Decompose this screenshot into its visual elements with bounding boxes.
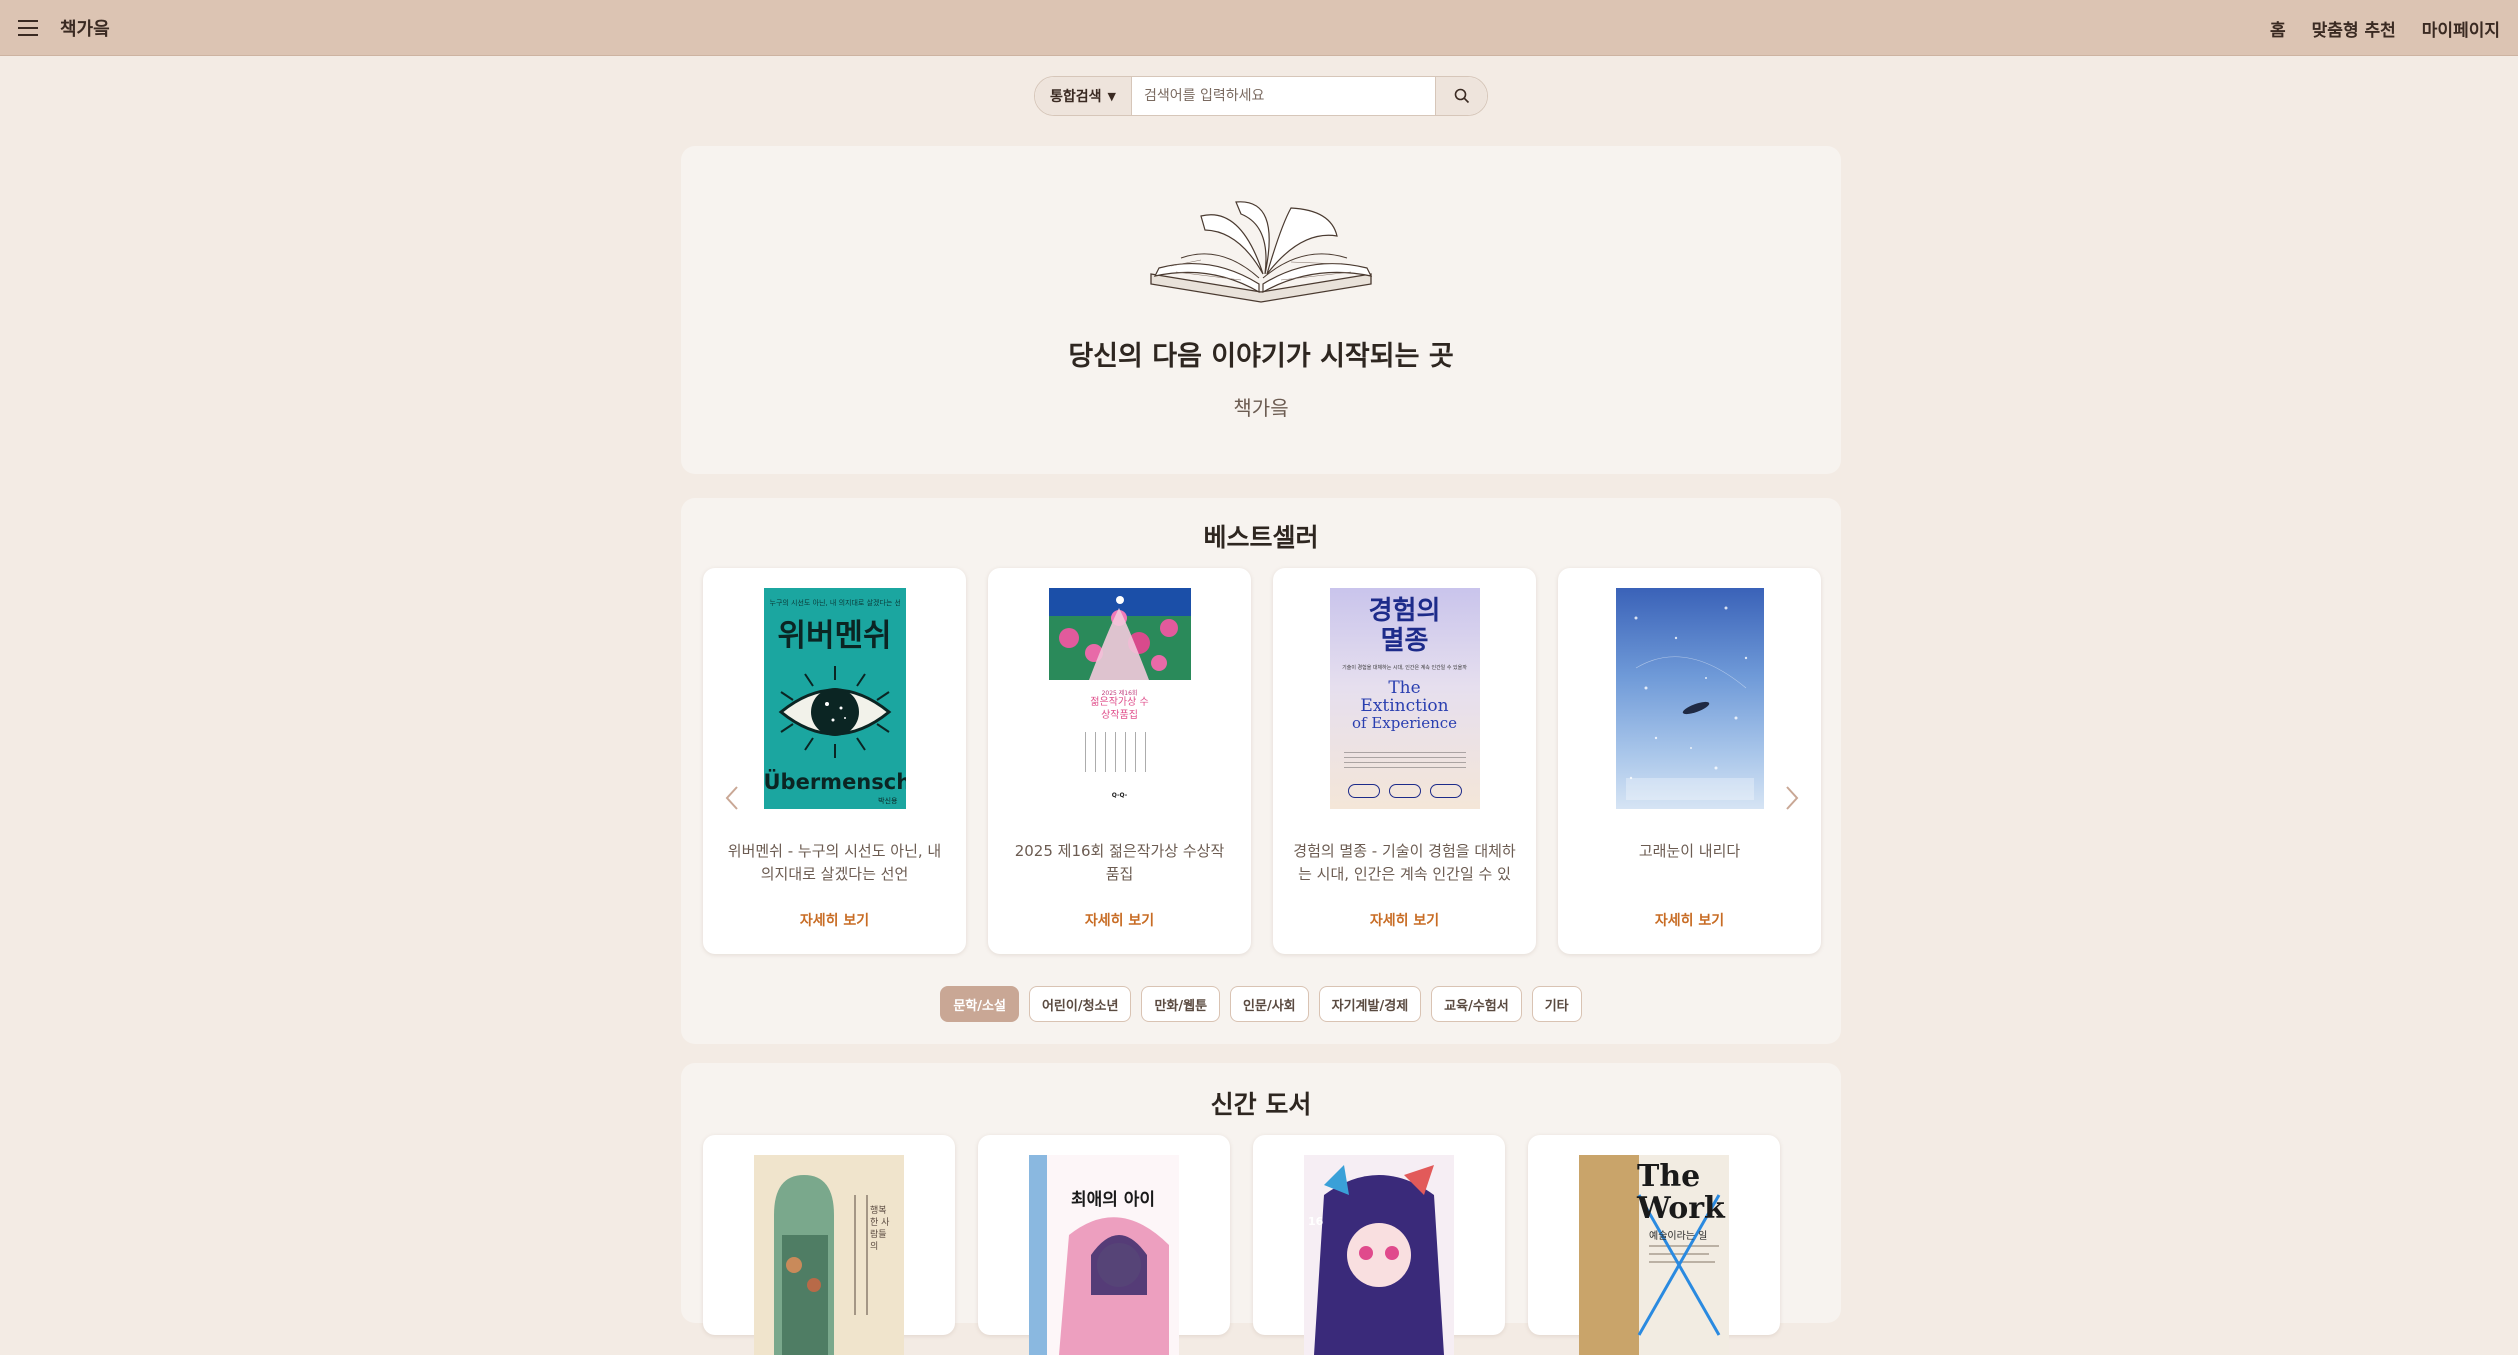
hero-subtitle: 책가읔 <box>1233 396 1289 420</box>
book-card[interactable]: 행복한 사람들의 <box>703 1135 955 1355</box>
new-books-section: 신간 도서 행복한 사람들의 최애의 아이 16 The Work 예술이라는 … <box>681 1063 1841 1355</box>
caret-down-icon: ▼ <box>1107 89 1116 103</box>
new-books-title: 신간 도서 <box>1210 1090 1312 1119</box>
book-title: 2025 제16회 젊은작가상 수상작품집 <box>1014 842 1225 883</box>
bestseller-section: 베스트셀러 누구의 시선도 아닌, 내 의지대로 살겠다는 선언 위버멘쉬 Üb… <box>681 498 1841 1044</box>
cover-title: 젊은작가상 수상작품집 <box>1090 697 1149 721</box>
book-card[interactable]: 고래눈이 내리다 자세히 보기 <box>1558 568 1821 954</box>
chevron-right-icon <box>1786 786 1799 810</box>
search-type-label: 통합검색 <box>1050 89 1102 105</box>
book-cover[interactable]: 최애의 아이 <box>1029 1155 1179 1355</box>
cover-top-text: 누구의 시선도 아닌, 내 의지대로 살겠다는 선언 <box>769 599 900 607</box>
cover-text: 16 <box>1308 1215 1324 1228</box>
book-title: 경험의 멸종 - 기술이 경험을 대체하는 시대, 인간은 계속 인간일 수 있… <box>1293 842 1516 883</box>
brand-logo[interactable]: 책가읔 <box>60 15 110 41</box>
book-cover[interactable]: 16 <box>1304 1155 1454 1355</box>
cover-blurb <box>1343 752 1466 770</box>
hero-banner: 당신의 다음 이야기가 시작되는 곳 책가읔 <box>681 146 1841 474</box>
carousel-next-button[interactable] <box>1777 778 1807 818</box>
cover-art <box>1625 606 1754 800</box>
detail-link[interactable]: 자세히 보기 <box>703 910 966 930</box>
book-card[interactable]: 경험의 멸종 기술이 경험을 대체하는 시대, 인간은 계속 인간일 수 있을까… <box>1273 568 1536 954</box>
cover-author: 박신용 <box>878 797 898 805</box>
cover-subtitle: Übermensch <box>763 770 906 794</box>
nav-mypage[interactable]: 마이페이지 <box>2422 16 2500 41</box>
category-chip-comics[interactable]: 만화/웹툰 <box>1141 986 1221 1022</box>
detail-link[interactable]: 자세히 보기 <box>1558 910 1821 930</box>
cover-art <box>1304 1155 1454 1355</box>
nav-home[interactable]: 홈 <box>2270 16 2286 41</box>
top-nav: 홈 맞춤형 추천 마이페이지 <box>2270 0 2500 56</box>
bestseller-title: 베스트셀러 <box>1203 523 1319 552</box>
book-cover[interactable]: 행복한 사람들의 <box>754 1155 904 1355</box>
cover-en-title-2: Extinction <box>1360 696 1449 716</box>
book-cover[interactable] <box>1615 588 1764 809</box>
detail-link[interactable]: 자세히 보기 <box>1273 910 1536 930</box>
book-card[interactable]: 최애의 아이 <box>978 1135 1230 1355</box>
eye-icon <box>778 666 891 758</box>
cover-art <box>1048 588 1191 680</box>
cover-text: 최애의 아이 <box>1070 1190 1156 1210</box>
category-chip-humanities[interactable]: 인문/사회 <box>1230 986 1309 1022</box>
category-chip-selfhelp[interactable]: 자기계발/경제 <box>1318 986 1422 1022</box>
cover-en-title-1: The <box>1388 678 1421 698</box>
book-title: 위버멘쉬 - 누구의 시선도 아닌, 내 의지대로 살겠다는 선언 <box>727 842 942 883</box>
book-cover[interactable]: The Work 예술이라는 일 <box>1579 1155 1729 1355</box>
book-cover[interactable]: 2025 제16회 젊은작가상 수상작품집 Q-Q- <box>1048 588 1191 809</box>
search-button[interactable] <box>1435 77 1487 115</box>
category-chip-education[interactable]: 교육/수험서 <box>1431 986 1522 1022</box>
search-type-dropdown[interactable]: 통합검색 ▼ <box>1035 77 1132 115</box>
category-chip-literature[interactable]: 문학/소설 <box>940 986 1019 1022</box>
detail-link[interactable]: 자세히 보기 <box>988 910 1251 930</box>
search-bar: 통합검색 ▼ <box>1034 76 1488 116</box>
cover-title: 경험의 멸종 <box>1368 596 1441 656</box>
cover-text: 예술이라는 일 <box>1649 1231 1708 1242</box>
cover-title: 위버멘쉬 <box>777 618 892 654</box>
nav-recommend[interactable]: 맞춤형 추천 <box>2312 16 2396 41</box>
category-chip-children[interactable]: 어린이/청소년 <box>1028 986 1132 1022</box>
cover-author-list <box>1084 732 1155 772</box>
book-card[interactable]: 2025 제16회 젊은작가상 수상작품집 Q-Q- 2025 제16회 젊은작… <box>988 568 1251 954</box>
menu-button[interactable] <box>0 0 56 56</box>
book-card[interactable]: 16 <box>1253 1135 1505 1355</box>
cover-title: The Work <box>1637 1159 1725 1226</box>
cover-text: 행복한 사람들의 <box>870 1206 890 1252</box>
cover-logo: Q-Q- <box>1111 792 1128 799</box>
cover-art <box>774 1175 868 1355</box>
category-chip-etc[interactable]: 기타 <box>1531 986 1582 1022</box>
book-card[interactable]: The Work 예술이라는 일 <box>1528 1135 1780 1355</box>
cover-tagline: 기술이 경험을 대체하는 시대, 인간은 계속 인간일 수 있을까 <box>1342 665 1467 671</box>
cover-award-badges <box>1347 784 1462 798</box>
hamburger-icon <box>18 19 38 36</box>
chevron-left-icon <box>725 786 738 810</box>
book-cover[interactable]: 경험의 멸종 기술이 경험을 대체하는 시대, 인간은 계속 인간일 수 있을까… <box>1329 588 1480 809</box>
category-filter: 문학/소설 어린이/청소년 만화/웹툰 인문/사회 자기계발/경제 교육/수험서… <box>681 986 1841 1022</box>
book-title: 고래눈이 내리다 <box>1638 842 1741 860</box>
top-header: 책가읔 홈 맞춤형 추천 마이페이지 <box>0 0 2518 56</box>
book-card[interactable]: 누구의 시선도 아닌, 내 의지대로 살겠다는 선언 위버멘쉬 Übermens… <box>703 568 966 954</box>
book-cover[interactable]: 누구의 시선도 아닌, 내 의지대로 살겠다는 선언 위버멘쉬 Übermens… <box>763 588 906 809</box>
open-book-illustration <box>1150 201 1373 303</box>
hero-title: 당신의 다음 이야기가 시작되는 곳 <box>1068 341 1454 372</box>
cover-en-title-3: of Experience <box>1351 714 1458 732</box>
search-icon <box>1454 88 1469 104</box>
search-input[interactable] <box>1132 77 1435 115</box>
carousel-prev-button[interactable] <box>717 778 747 818</box>
